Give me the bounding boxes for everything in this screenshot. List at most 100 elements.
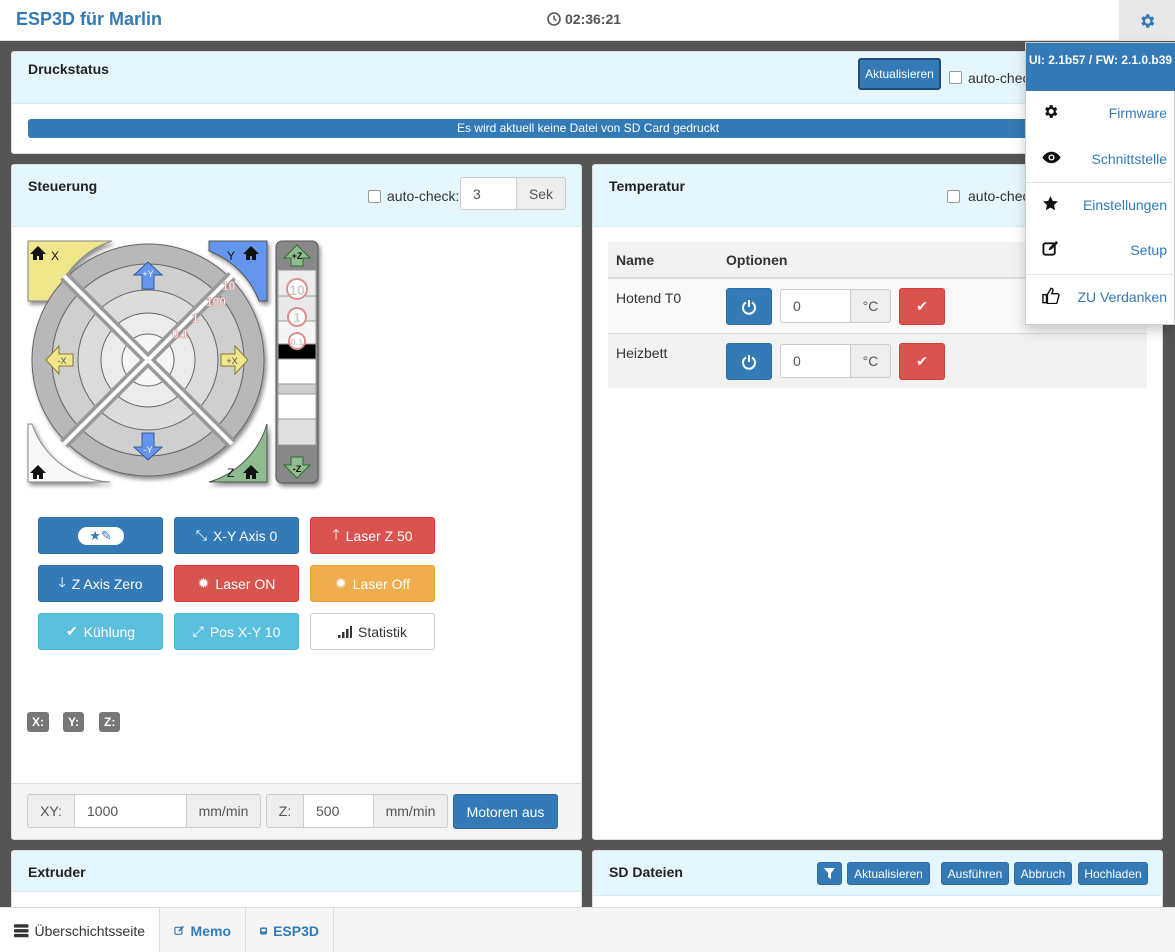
column-name: Name xyxy=(616,252,655,268)
ring-label: 1 xyxy=(192,311,199,325)
menu-item-credits[interactable]: ZU Verdanken xyxy=(1026,275,1175,319)
app-title[interactable]: ESP3D für Marlin xyxy=(16,9,162,30)
control-autocheck-checkbox[interactable] xyxy=(368,190,381,203)
gear-icon xyxy=(1141,13,1155,28)
menu-item-label: ZU Verdanken xyxy=(1077,289,1168,305)
server-icon xyxy=(14,923,29,937)
clock-icon xyxy=(547,12,561,26)
temperature-autocheck-checkbox[interactable] xyxy=(947,190,960,203)
menu-item-interface[interactable]: Schnittstelle xyxy=(1026,137,1175,181)
power-icon xyxy=(742,299,756,315)
z-step-1[interactable]: 1 xyxy=(293,310,300,325)
control-title: Steuerung xyxy=(28,178,98,194)
jog-plus-x-label: +X xyxy=(226,356,237,366)
macro-label: Z Axis Zero xyxy=(71,575,143,592)
xy-feed-label: XY: xyxy=(27,794,75,828)
check-icon: ✔ xyxy=(916,298,928,314)
burst-icon: ✹ xyxy=(197,575,210,591)
heater-off-button[interactable] xyxy=(726,288,772,325)
macro-label: Laser ON xyxy=(215,575,276,592)
macro-button-laser-z-50[interactable]: 🡑 Laser Z 50 xyxy=(310,517,435,554)
ring-label: 10 xyxy=(222,279,236,293)
expand-icon: ⤢ xyxy=(192,623,204,639)
power-icon xyxy=(742,354,756,370)
position-y-badge: Y: xyxy=(63,712,85,732)
tab-esp3d[interactable]: ESP3D xyxy=(246,908,334,952)
table-row: Heizbett 0 °C ✔ xyxy=(608,334,1147,388)
motors-off-button[interactable]: Motoren aus xyxy=(453,794,558,829)
macro-button-custom[interactable]: ★✎ xyxy=(38,517,163,554)
menu-item-label: Setup xyxy=(1130,242,1167,258)
device-icon xyxy=(260,926,268,935)
jog-minus-y-label: -Y xyxy=(144,445,153,455)
macro-button-pos-xy-10[interactable]: ⤢ Pos X-Y 10 xyxy=(174,613,299,650)
extruder-header: Extruder xyxy=(12,851,581,892)
macro-button-statistik[interactable]: Statistik xyxy=(310,613,435,650)
heater-set-button[interactable]: ✔ xyxy=(899,343,945,380)
jog-plus-y-label: +Y xyxy=(142,269,153,279)
settings-menu-button[interactable] xyxy=(1119,0,1175,41)
macro-button-z-axis-zero[interactable]: 🡓 Z Axis Zero xyxy=(38,565,163,602)
check-icon: ✔ xyxy=(916,353,928,369)
ring-label: 0.1 xyxy=(172,327,189,341)
print-status-title: Druckstatus xyxy=(28,61,109,77)
home-y-label: Y xyxy=(227,249,235,263)
sd-files-title: SD Dateien xyxy=(609,864,683,880)
heater-name: Heizbett xyxy=(616,345,668,361)
menu-item-firmware[interactable]: Firmware xyxy=(1026,91,1175,135)
macro-button-laser-on[interactable]: ✹ Laser ON xyxy=(174,565,299,602)
edit-icon xyxy=(174,925,184,935)
heater-off-button[interactable] xyxy=(726,343,772,380)
z-step-0-1[interactable]: 0.1 xyxy=(291,337,304,347)
status-refresh-button[interactable]: Aktualisieren xyxy=(858,58,941,90)
heater-target-input[interactable]: 0 xyxy=(780,289,851,323)
jog-pad[interactable]: +Y -Y -X +X 10 100 1 0.1 X Y Z +Z -Z 10 … xyxy=(26,240,326,490)
macro-button-kuehlung[interactable]: ✔ Kühlung xyxy=(38,613,163,650)
interval-unit: Sek xyxy=(516,177,566,210)
macro-label: Pos X-Y 10 xyxy=(209,623,281,640)
macro-label: Laser Z 50 xyxy=(345,527,413,544)
autocheck-interval-input[interactable]: 3 xyxy=(460,177,517,210)
print-status-panel: Druckstatus Aktualisieren auto-check Es … xyxy=(11,51,1164,154)
macro-label: Kühlung xyxy=(83,623,136,640)
tab-dashboard[interactable]: Überschichtsseite xyxy=(0,908,160,952)
xy-feed-input[interactable]: 1000 xyxy=(74,794,187,828)
top-navbar: ESP3D für Marlin 02:36:21 xyxy=(0,0,1175,41)
sd-upload-button[interactable]: Hochladen xyxy=(1078,862,1148,885)
macro-label: X-Y Axis 0 xyxy=(212,527,278,544)
temperature-title: Temperatur xyxy=(609,178,685,194)
print-status-header: Druckstatus Aktualisieren auto-check xyxy=(12,52,1163,104)
tab-memo[interactable]: Memo xyxy=(160,908,246,952)
menu-item-settings[interactable]: Einstellungen xyxy=(1026,183,1175,227)
z-jog-column[interactable] xyxy=(275,240,319,484)
z-feed-input[interactable]: 500 xyxy=(303,794,374,828)
macro-button-laser-off[interactable]: ✹ Laser Off xyxy=(310,565,435,602)
z-feed-label: Z: xyxy=(266,794,304,828)
sd-filter-button[interactable] xyxy=(817,862,842,885)
z-step-10[interactable]: 10 xyxy=(289,282,305,298)
heater-set-button[interactable]: ✔ xyxy=(899,288,945,325)
sd-abort-button[interactable]: Abbruch xyxy=(1014,862,1072,885)
temperature-unit: °C xyxy=(850,344,891,378)
status-autocheck-checkbox[interactable] xyxy=(949,71,962,84)
tab-label: Memo xyxy=(190,922,231,939)
star-pencil-icon: ★✎ xyxy=(77,526,124,545)
sd-run-button[interactable]: Ausführen xyxy=(941,862,1009,885)
signal-icon xyxy=(337,625,352,638)
macro-button-xy-axis-0[interactable]: ⤡ X-Y Axis 0 xyxy=(174,517,299,554)
compress-icon: ⤡ xyxy=(195,527,207,543)
feedrate-footer: XY: 1000 mm/min Z: 500 mm/min Motoren au… xyxy=(12,783,581,839)
control-autocheck-label: auto-check: xyxy=(387,188,460,204)
menu-item-setup[interactable]: Setup xyxy=(1026,228,1175,272)
heater-name: Hotend T0 xyxy=(616,290,682,306)
jog-plus-z-label: +Z xyxy=(292,251,303,261)
heater-target-input[interactable]: 0 xyxy=(780,344,851,378)
home-z-label: Z xyxy=(227,466,234,480)
control-header: Steuerung auto-check: 3 Sek xyxy=(12,165,581,227)
version-info: UI: 2.1b57 / FW: 2.1.0.b39 xyxy=(1026,43,1175,91)
check-icon: ✔ xyxy=(65,623,78,639)
sd-refresh-button[interactable]: Aktualisieren xyxy=(847,862,930,885)
xy-feed-unit: mm/min xyxy=(186,794,261,828)
z-feed-unit: mm/min xyxy=(373,794,448,828)
menu-item-label: Schnittstelle xyxy=(1091,151,1167,167)
